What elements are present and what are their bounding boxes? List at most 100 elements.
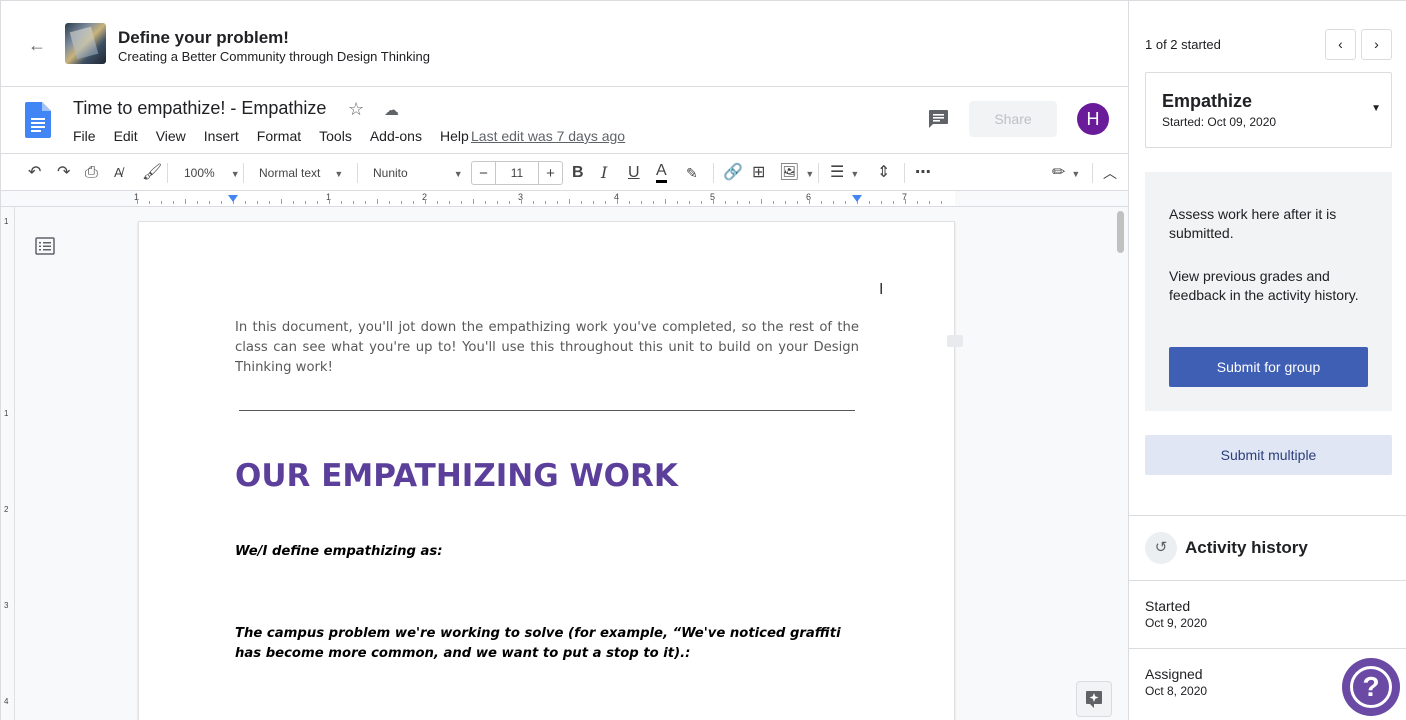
highlight-icon[interactable]: ✎	[686, 163, 698, 183]
ruler-tick	[653, 201, 654, 204]
link-icon[interactable]: 🔗	[723, 163, 743, 183]
right-indent-marker[interactable]	[852, 195, 862, 202]
text-cursor-icon: I	[879, 281, 884, 298]
zoom-select[interactable]: 100% ▼	[184, 163, 240, 183]
text-color-icon[interactable]: A	[656, 163, 667, 183]
line-spacing-icon[interactable]: ⇕	[877, 163, 890, 183]
google-docs-icon[interactable]	[25, 102, 51, 138]
prompt-define-empathizing[interactable]: We/I define empathizing as:	[235, 544, 443, 559]
question-mark-icon: ?	[1350, 666, 1392, 708]
vruler-number: 4	[4, 697, 9, 706]
document-page[interactable]: In this document, you'll jot down the em…	[138, 221, 955, 720]
star-icon[interactable]: ☆	[348, 99, 364, 120]
horizontal-ruler: 11234567	[1, 191, 1129, 207]
chevron-right-icon: ›	[1374, 36, 1379, 52]
italic-icon[interactable]: I	[601, 163, 607, 183]
ruler-tick	[293, 201, 294, 204]
menu-edit[interactable]: Edit	[114, 128, 138, 144]
vertical-ruler: 1 1 2 3 4	[1, 207, 15, 720]
ruler-tick	[713, 199, 714, 204]
font-size-decrease[interactable]: −	[472, 162, 496, 184]
scrollbar[interactable]	[1117, 211, 1124, 253]
history-item-label: Started	[1145, 598, 1191, 614]
font-size-increase[interactable]: +	[538, 162, 562, 184]
undo-icon[interactable]: ↶	[28, 163, 41, 183]
redo-icon[interactable]: ↷	[57, 163, 70, 183]
document-outline-icon[interactable]	[35, 237, 55, 255]
bold-icon[interactable]: B	[572, 163, 584, 183]
last-edit-link[interactable]: Last edit was 7 days ago	[471, 128, 625, 144]
prompt-campus-problem[interactable]: The campus problem we're working to solv…	[235, 624, 855, 664]
share-button[interactable]: Share	[969, 101, 1057, 137]
ruler-tick	[917, 201, 918, 204]
assess-info: Assess work here after it is submitted.	[1169, 206, 1337, 241]
menu-add-ons[interactable]: Add-ons	[370, 128, 422, 144]
step-selector[interactable]: Empathize Started: Oct 09, 2020 ▼	[1145, 72, 1392, 148]
insert-image-icon[interactable]: 🖼 ▼	[779, 163, 814, 183]
ruler-tick	[941, 201, 942, 204]
intro-paragraph[interactable]: In this document, you'll jot down the em…	[235, 318, 859, 378]
more-icon[interactable]: ⋯	[915, 163, 931, 183]
ruler-tick	[425, 199, 426, 204]
ruler-tick	[401, 201, 402, 204]
ruler-tick	[869, 201, 870, 204]
add-comment-icon[interactable]: ⊞	[752, 163, 765, 183]
paint-format-icon[interactable]: 🖌	[142, 163, 162, 183]
font-size-stepper[interactable]: − 11 +	[471, 161, 563, 185]
ruler-tick	[365, 201, 366, 204]
ruler-tick	[269, 201, 270, 204]
ruler-tick	[845, 201, 846, 204]
font-value: Nunito	[373, 166, 408, 180]
assignment-thumbnail	[65, 23, 106, 64]
menu-insert[interactable]: Insert	[204, 128, 239, 144]
avatar[interactable]: H	[1077, 103, 1109, 135]
cloud-saved-icon[interactable]: ☁	[384, 101, 399, 119]
ruler-tick	[557, 201, 558, 204]
menu-format[interactable]: Format	[257, 128, 301, 144]
prev-step-button[interactable]: ‹	[1325, 29, 1356, 60]
editing-mode-icon[interactable]: ✏ ▼	[1052, 163, 1080, 183]
ruler-tick	[449, 201, 450, 204]
ruler-tick	[485, 201, 486, 204]
activity-panel: 1 of 2 started ‹ › Empathize Started: Oc…	[1128, 0, 1406, 720]
font-select[interactable]: Nunito ▼	[373, 163, 463, 183]
ruler-tick	[821, 201, 822, 204]
ruler-tick	[641, 201, 642, 204]
menu-view[interactable]: View	[156, 128, 186, 144]
ruler-tick	[497, 201, 498, 204]
spellcheck-icon[interactable]: A̸	[114, 163, 123, 183]
menu-tools[interactable]: Tools	[319, 128, 352, 144]
ruler-tick	[701, 201, 702, 204]
menu-help[interactable]: Help	[440, 128, 469, 144]
comment-history-icon[interactable]	[927, 109, 949, 129]
font-size-input[interactable]: 11	[496, 162, 538, 184]
collapse-icon[interactable]: ︿	[1103, 163, 1117, 183]
submit-multiple-button[interactable]: Submit multiple	[1145, 435, 1392, 475]
help-button[interactable]: ?	[1342, 658, 1400, 716]
back-button[interactable]: ←	[25, 33, 49, 57]
print-icon[interactable]: ⎙	[85, 163, 98, 183]
vruler-number: 1	[4, 217, 9, 226]
history-item-date: Oct 8, 2020	[1145, 684, 1208, 698]
menu-file[interactable]: File	[73, 128, 96, 144]
section-heading[interactable]: OUR EMPATHIZING WORK	[235, 458, 678, 494]
explore-button[interactable]	[1076, 681, 1112, 717]
document-title[interactable]: Time to empathize! - Empathize	[73, 98, 326, 119]
underline-icon[interactable]: U	[628, 163, 640, 183]
next-step-button[interactable]: ›	[1361, 29, 1392, 60]
ruler-tick	[257, 201, 258, 204]
ruler-tick	[929, 201, 930, 204]
horizontal-rule	[239, 410, 855, 411]
submit-for-group-button[interactable]: Submit for group	[1169, 347, 1368, 387]
history-item-label: Assigned	[1145, 666, 1203, 682]
step-started-date: Started: Oct 09, 2020	[1162, 115, 1277, 129]
ruler-tick	[341, 201, 342, 204]
history-info: View previous grades and feedback in the…	[1169, 268, 1359, 303]
style-value: Normal text	[259, 166, 321, 180]
style-select[interactable]: Normal text ▼	[259, 163, 343, 183]
left-indent-marker[interactable]	[228, 195, 238, 202]
align-icon[interactable]: ☰ ▼	[830, 163, 859, 183]
ruler-tick	[749, 201, 750, 204]
ruler-tick	[689, 201, 690, 204]
add-comment-float-icon[interactable]	[947, 335, 963, 347]
